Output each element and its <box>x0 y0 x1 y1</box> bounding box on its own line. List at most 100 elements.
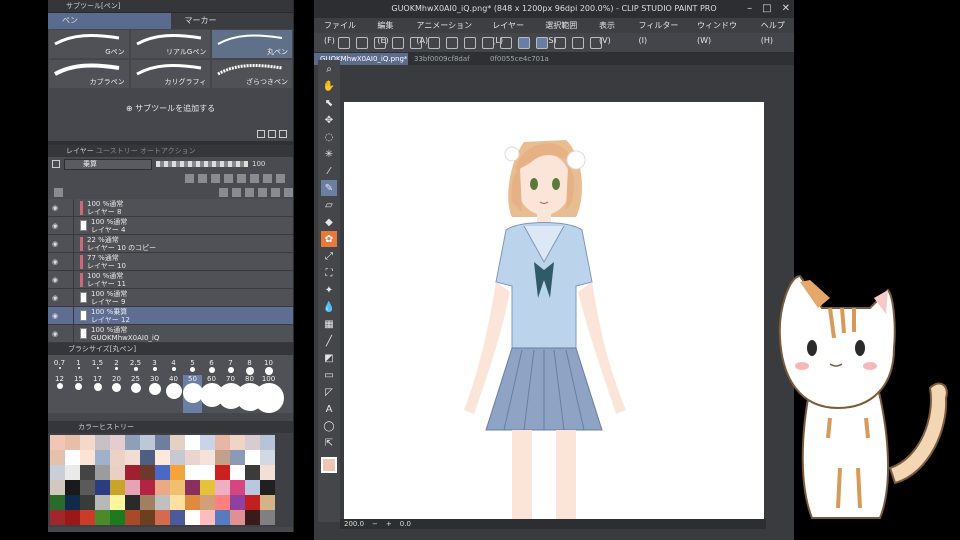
brush-size-option[interactable]: 2 <box>107 359 126 375</box>
tab-marker[interactable]: マーカー <box>171 13 294 29</box>
redo-icon[interactable] <box>428 36 440 49</box>
eye-icon[interactable]: ◉ <box>48 222 62 230</box>
eye-icon[interactable]: ◉ <box>48 312 62 320</box>
layer-row[interactable]: ◉ 22 %通常 レイヤー 10 のコピー <box>48 234 293 253</box>
eye-icon[interactable]: ◉ <box>48 240 62 248</box>
merge-down-icon[interactable] <box>258 187 267 197</box>
document-tab[interactable]: 0f0055ce4c701a <box>484 53 560 65</box>
menu-item[interactable]: レイヤー(L) <box>492 18 531 45</box>
color-swatch[interactable] <box>95 435 110 450</box>
color-swatch[interactable] <box>185 435 200 450</box>
undo-icon[interactable] <box>410 36 422 49</box>
color-swatch[interactable] <box>200 465 215 480</box>
deselect-icon[interactable] <box>482 36 494 49</box>
snap-grid-icon[interactable] <box>554 36 566 49</box>
color-swatch[interactable] <box>215 495 230 510</box>
color-swatch[interactable] <box>50 495 65 510</box>
blend-tool-icon[interactable]: ✦ <box>321 282 337 298</box>
move-tool-icon[interactable]: ✥ <box>321 112 337 128</box>
color-swatch[interactable] <box>185 495 200 510</box>
brush-size-option[interactable]: 2.5 <box>126 359 145 375</box>
delete-layer-icon[interactable] <box>284 187 293 197</box>
clip-icon[interactable] <box>185 173 194 183</box>
color-swatch[interactable] <box>170 435 185 450</box>
menu-item[interactable]: ファイル(F) <box>324 18 363 45</box>
color-swatch[interactable] <box>95 450 110 465</box>
brush-kabura-pen[interactable]: カブラペン <box>48 59 130 89</box>
add-subtool-button[interactable]: ⊕ サブツールを追加する <box>48 89 293 127</box>
color-swatch[interactable] <box>50 435 65 450</box>
brush-size-option[interactable]: 25 <box>126 375 145 413</box>
color-swatch[interactable] <box>200 480 215 495</box>
menu-item[interactable]: フィルター(I) <box>639 18 683 45</box>
color-swatch[interactable] <box>95 480 110 495</box>
color-swatch[interactable] <box>260 480 275 495</box>
color-swatch[interactable] <box>230 480 245 495</box>
color-swatch[interactable] <box>155 465 170 480</box>
operation-tool-icon[interactable]: ⬉ <box>321 95 337 111</box>
new-file-icon[interactable] <box>338 36 350 49</box>
ruler-icon[interactable] <box>250 173 259 183</box>
layer-lock-slot[interactable] <box>62 270 74 289</box>
layer-lock-slot[interactable] <box>62 288 74 307</box>
gradient-tool-icon[interactable]: ◩ <box>321 350 337 366</box>
brush-size-option[interactable]: 15 <box>69 375 88 413</box>
color-swatch[interactable] <box>200 435 215 450</box>
main-color-swatch[interactable] <box>321 457 337 473</box>
color-swatch[interactable] <box>185 450 200 465</box>
color-swatch[interactable] <box>155 510 170 525</box>
color-swatch[interactable] <box>185 480 200 495</box>
mask-add-icon[interactable] <box>271 187 280 197</box>
panel-menu-icon[interactable] <box>54 187 63 197</box>
duplicate-subtool-icon[interactable] <box>257 130 265 138</box>
fill-icon[interactable] <box>446 36 458 49</box>
brush-size-option[interactable]: 8 <box>240 359 259 375</box>
layer-lock-slot[interactable] <box>62 234 74 253</box>
layer-lock-slot[interactable] <box>62 252 74 271</box>
brush-size-option[interactable]: 10 <box>259 359 278 375</box>
brush-size-option[interactable]: 20 <box>107 375 126 413</box>
brush-size-option[interactable]: 6 <box>202 359 221 375</box>
tab-history[interactable]: ユーストリー <box>96 147 138 155</box>
layer-lock-slot[interactable] <box>62 216 74 235</box>
color-swatch[interactable] <box>125 495 140 510</box>
color-swatch[interactable] <box>125 510 140 525</box>
color-swatch[interactable] <box>80 495 95 510</box>
color-swatch[interactable] <box>80 450 95 465</box>
layer-lock-slot[interactable] <box>62 198 74 217</box>
color-swatch[interactable] <box>110 465 125 480</box>
color-swatch[interactable] <box>185 465 200 480</box>
eraser-tool-icon[interactable]: ▱ <box>321 197 337 213</box>
brush-real-g-pen[interactable]: リアルGペン <box>129 29 212 59</box>
color-swatch[interactable] <box>140 465 155 480</box>
brush-size-option[interactable]: 7 <box>221 359 240 375</box>
close-button[interactable]: ✕ <box>782 0 790 18</box>
color-swatch[interactable] <box>245 465 260 480</box>
layer-row[interactable]: ◉ 100 %通常 レイヤー 11 <box>48 270 293 289</box>
decoration-tool-icon[interactable]: ✿ <box>321 231 337 247</box>
color-swatch[interactable] <box>65 480 80 495</box>
color-swatch[interactable] <box>245 450 260 465</box>
layer-lock-slot[interactable] <box>62 324 74 343</box>
invert-selection-icon[interactable] <box>500 36 512 49</box>
color-swatch[interactable] <box>95 495 110 510</box>
layer-row[interactable]: ◉ 100 %通常 レイヤー 4 <box>48 216 293 235</box>
color-swatch[interactable] <box>260 465 275 480</box>
color-swatch[interactable] <box>80 435 95 450</box>
color-swatch[interactable] <box>65 450 80 465</box>
color-swatch[interactable] <box>110 450 125 465</box>
reference-icon[interactable] <box>198 173 207 183</box>
brush-size-option[interactable]: 30 <box>145 375 164 413</box>
menu-item[interactable]: ウィンドウ(W) <box>697 18 747 45</box>
tab-pen[interactable]: ペン <box>48 13 171 29</box>
save-icon[interactable] <box>374 36 386 49</box>
balloon-tool-icon[interactable]: ◯ <box>321 418 337 434</box>
color-swatch[interactable] <box>110 495 125 510</box>
color-swatch[interactable] <box>140 435 155 450</box>
color-swatch[interactable] <box>65 435 80 450</box>
color-swatch[interactable] <box>230 435 245 450</box>
brush-size-option[interactable]: 12 <box>50 375 69 413</box>
minimize-button[interactable]: – <box>747 0 752 18</box>
brush-size-option[interactable]: 0.7 <box>50 359 69 375</box>
brush-size-option[interactable]: 5 <box>183 359 202 375</box>
